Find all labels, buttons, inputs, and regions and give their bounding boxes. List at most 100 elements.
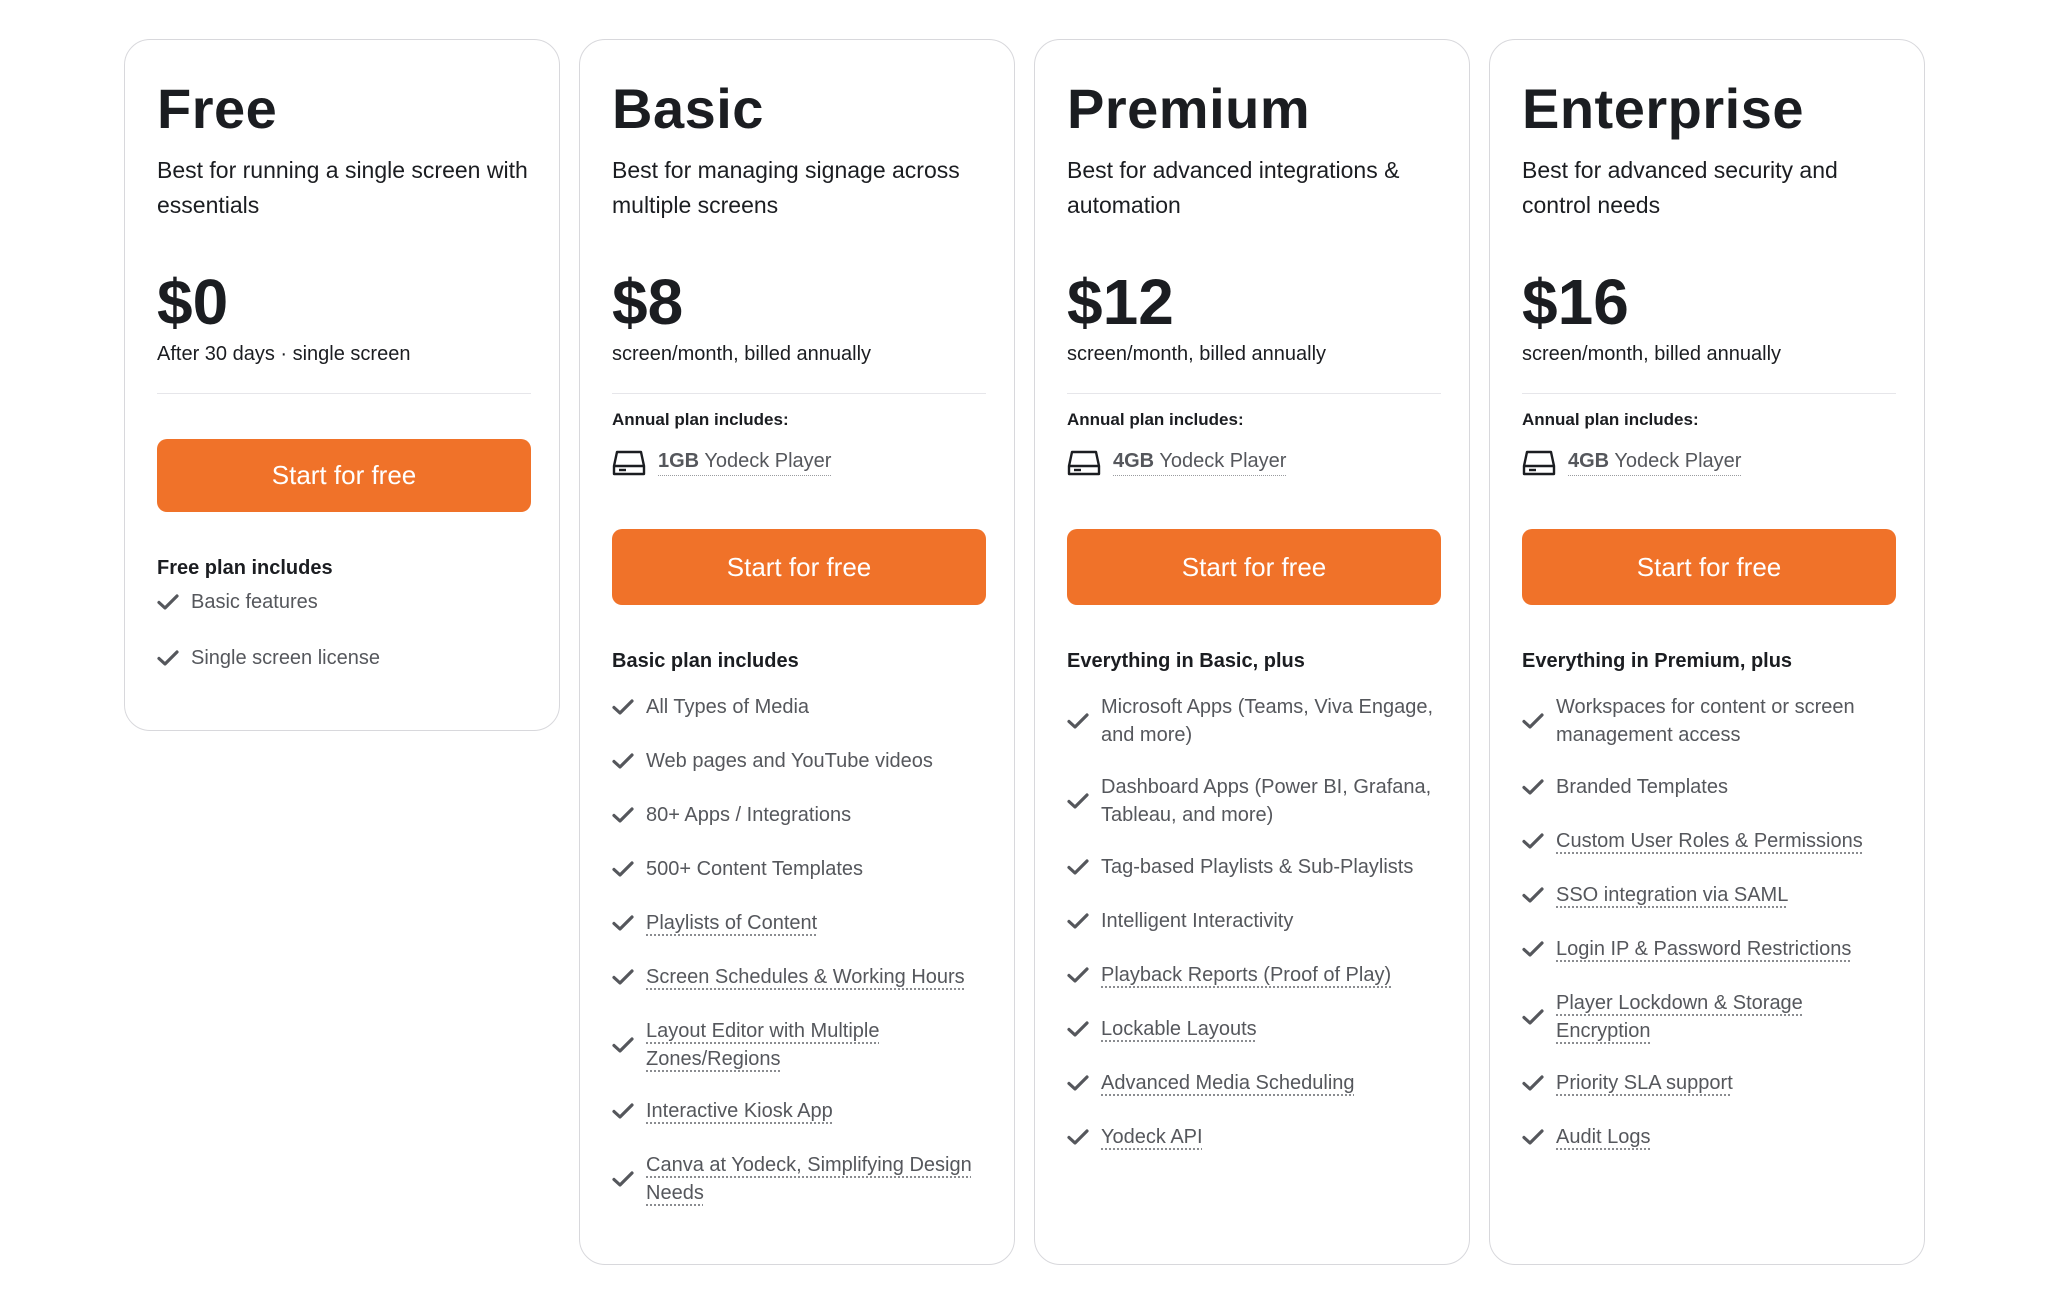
feature-link[interactable]: Custom User Roles & Permissions <box>1556 827 1863 855</box>
plan-description: Best for running a single screen with es… <box>157 157 528 218</box>
check-icon <box>612 915 634 931</box>
feature-text: Branded Templates <box>1556 776 1728 798</box>
feature-item: Intelligent Interactivity <box>1067 907 1441 935</box>
feature-item[interactable]: Login IP & Password Restrictions <box>1522 935 1896 963</box>
feature-item[interactable]: Lockable Layouts <box>1067 1015 1441 1043</box>
plan-price: $8 <box>612 266 684 338</box>
price-note: screen/month, billed annually <box>1522 343 1782 365</box>
feature-item[interactable]: Playback Reports (Proof of Play) <box>1067 961 1441 989</box>
feature-item[interactable]: Layout Editor with Multiple Zones/Region… <box>612 1017 986 1073</box>
plan-card-enterprise: Enterprise Best for advanced security an… <box>1489 39 1925 1265</box>
annual-plan-label: Annual plan includes: <box>1067 410 1244 429</box>
check-icon <box>612 861 634 877</box>
feature-item: Dashboard Apps (Power BI, Grafana, Table… <box>1067 773 1441 829</box>
includes-title: Everything in Basic, plus <box>1067 650 1305 672</box>
feature-item: 80+ Apps / Integrations <box>612 801 986 829</box>
feature-item: Tag-based Playlists & Sub-Playlists <box>1067 853 1441 881</box>
annual-plan-label: Annual plan includes: <box>612 410 789 429</box>
includes-title: Everything in Premium, plus <box>1522 650 1793 672</box>
feature-item[interactable]: Yodeck API <box>1067 1123 1441 1151</box>
player-row: 1GB Yodeck Player <box>612 448 832 478</box>
plan-card-free: Free Best for running a single screen wi… <box>124 39 560 731</box>
feature-item: Microsoft Apps (Teams, Viva Engage, and … <box>1067 693 1441 749</box>
plan-name: Basic <box>612 77 764 140</box>
feature-item[interactable]: Screen Schedules & Working Hours <box>612 963 986 991</box>
feature-item[interactable]: Audit Logs <box>1522 1123 1896 1151</box>
feature-item[interactable]: Advanced Media Scheduling <box>1067 1069 1441 1097</box>
feature-link[interactable]: Lockable Layouts <box>1101 1015 1257 1043</box>
feature-item[interactable]: Canva at Yodeck, Simplifying Design Need… <box>612 1151 986 1207</box>
feature-item[interactable]: Priority SLA support <box>1522 1069 1896 1097</box>
includes-title: Free plan includes <box>157 557 333 579</box>
player-size: 4GB <box>1568 450 1610 472</box>
feature-item: 500+ Content Templates <box>612 855 986 883</box>
check-icon <box>1522 1009 1544 1025</box>
feature-link[interactable]: Priority SLA support <box>1556 1069 1733 1097</box>
divider <box>1067 393 1441 394</box>
plan-card-premium: Premium Best for advanced integrations &… <box>1034 39 1470 1265</box>
price-note: After 30 days · single screen <box>157 343 411 365</box>
feature-link[interactable]: Playback Reports (Proof of Play) <box>1101 961 1391 989</box>
feature-link[interactable]: SSO integration via SAML <box>1556 881 1788 909</box>
plan-description: Best for advanced security and control n… <box>1522 157 1838 218</box>
divider <box>1522 393 1896 394</box>
feature-text: 80+ Apps / Integrations <box>646 804 852 826</box>
start-for-free-button[interactable]: Start for free <box>157 439 531 512</box>
check-icon <box>1067 859 1089 875</box>
start-for-free-button[interactable]: Start for free <box>1522 529 1896 605</box>
feature-link[interactable]: Layout Editor with Multiple Zones/Region… <box>646 1017 986 1073</box>
annual-plan-label: Annual plan includes: <box>1522 410 1699 429</box>
feature-list: All Types of Media Web pages and YouTube… <box>612 693 986 1231</box>
feature-item[interactable]: Player Lockdown & Storage Encryption <box>1522 989 1896 1045</box>
pricing-cards: Free Best for running a single screen wi… <box>124 39 1925 1269</box>
check-icon <box>1522 1129 1544 1145</box>
check-icon <box>1067 713 1089 729</box>
check-icon <box>1522 941 1544 957</box>
player-label: Yodeck Player <box>704 450 832 472</box>
start-for-free-button[interactable]: Start for free <box>612 529 986 605</box>
feature-item[interactable]: Playlists of Content <box>612 909 986 937</box>
check-icon <box>1067 1075 1089 1091</box>
feature-text: Single screen license <box>191 647 380 669</box>
feature-item: Single screen license <box>157 644 531 672</box>
feature-text: Microsoft Apps (Teams, Viva Engage, and … <box>1101 696 1434 746</box>
hard-drive-icon <box>612 450 646 476</box>
feature-text: Basic features <box>191 591 318 613</box>
feature-link[interactable]: Player Lockdown & Storage Encryption <box>1556 989 1896 1045</box>
feature-item[interactable]: Custom User Roles & Permissions <box>1522 827 1896 855</box>
divider <box>612 393 986 394</box>
feature-list: Basic features Single screen license <box>157 588 531 700</box>
check-icon <box>612 753 634 769</box>
player-size: 4GB <box>1113 450 1155 472</box>
feature-item[interactable]: Interactive Kiosk App <box>612 1097 986 1125</box>
player-link[interactable]: 4GB Yodeck Player <box>1568 450 1742 476</box>
feature-link[interactable]: Yodeck API <box>1101 1123 1203 1151</box>
check-icon <box>612 1103 634 1119</box>
feature-item: Web pages and YouTube videos <box>612 747 986 775</box>
feature-list: Workspaces for content or screen managem… <box>1522 693 1896 1177</box>
feature-link[interactable]: Advanced Media Scheduling <box>1101 1069 1355 1097</box>
feature-link[interactable]: Interactive Kiosk App <box>646 1097 833 1125</box>
player-label: Yodeck Player <box>1159 450 1287 472</box>
feature-link[interactable]: Playlists of Content <box>646 909 817 937</box>
feature-link[interactable]: Screen Schedules & Working Hours <box>646 963 965 991</box>
check-icon <box>1067 913 1089 929</box>
feature-link[interactable]: Login IP & Password Restrictions <box>1556 935 1851 963</box>
feature-item[interactable]: SSO integration via SAML <box>1522 881 1896 909</box>
check-icon <box>157 594 179 610</box>
feature-link[interactable]: Audit Logs <box>1556 1123 1651 1151</box>
start-for-free-button[interactable]: Start for free <box>1067 529 1441 605</box>
price-note: screen/month, billed annually <box>612 343 872 365</box>
check-icon <box>1067 1129 1089 1145</box>
player-link[interactable]: 1GB Yodeck Player <box>658 450 832 476</box>
feature-list: Microsoft Apps (Teams, Viva Engage, and … <box>1067 693 1441 1177</box>
feature-link[interactable]: Canva at Yodeck, Simplifying Design Need… <box>646 1151 986 1207</box>
plan-description: Best for advanced integrations & automat… <box>1067 157 1400 218</box>
player-size: 1GB <box>658 450 700 472</box>
player-link[interactable]: 4GB Yodeck Player <box>1113 450 1287 476</box>
player-label: Yodeck Player <box>1614 450 1742 472</box>
feature-text: Web pages and YouTube videos <box>646 750 933 772</box>
plan-name: Premium <box>1067 77 1311 140</box>
plan-price: $0 <box>157 266 229 338</box>
plan-description: Best for managing signage across multipl… <box>612 157 960 218</box>
